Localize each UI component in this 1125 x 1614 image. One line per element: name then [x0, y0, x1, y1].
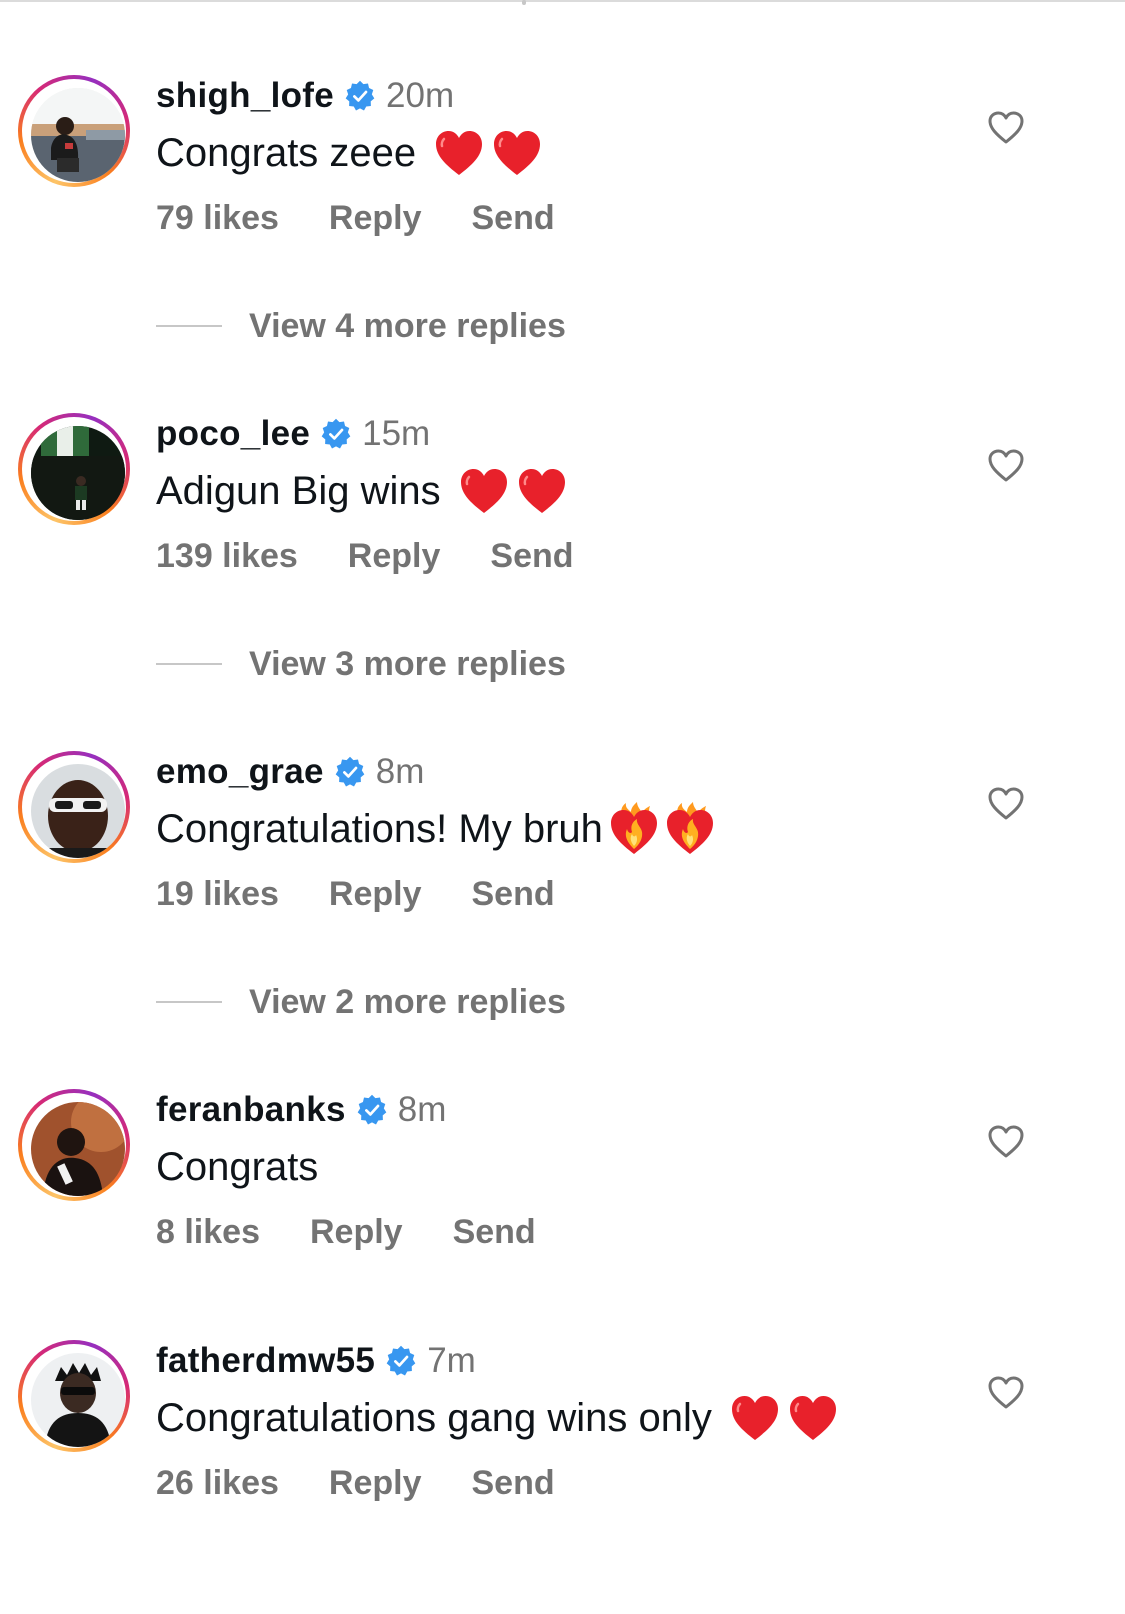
comment-text: Adigun Big wins	[156, 469, 441, 513]
likes-count[interactable]: 26 likes	[156, 1464, 279, 1503]
comment-text: Congrats zeee	[156, 131, 417, 175]
send-button[interactable]: Send	[471, 1464, 554, 1503]
reply-button[interactable]: Reply	[329, 199, 422, 238]
heart-outline-icon[interactable]	[986, 1122, 1026, 1162]
verified-badge-icon	[320, 418, 352, 450]
avatar-gap	[22, 1093, 126, 1197]
comment-actions: 19 likes Reply Send	[156, 872, 605, 916]
reply-button[interactable]: Reply	[329, 875, 422, 914]
red-heart-emoji	[492, 129, 542, 177]
comment-item: emo_grae 8m Congratulations! My bruh 19 …	[0, 676, 1125, 913]
comment-item: poco_lee 15m Adigun Big wins 139 likes R…	[0, 338, 1125, 575]
comment-actions: 26 likes Reply Send	[156, 1461, 605, 1505]
avatar[interactable]	[31, 1353, 125, 1447]
story-ring[interactable]	[18, 413, 130, 525]
likes-count[interactable]: 139 likes	[156, 537, 298, 576]
comment-body: Congratulations gang wins only	[156, 1393, 838, 1443]
heart-outline-icon[interactable]	[986, 108, 1026, 148]
username[interactable]: shigh_lofe	[156, 76, 334, 116]
replies-divider-line	[156, 1001, 222, 1003]
reply-button[interactable]: Reply	[310, 1213, 403, 1252]
comment-text: Congratulations! My bruh	[156, 807, 603, 851]
red-heart-emoji	[517, 467, 567, 515]
avatar[interactable]	[31, 764, 125, 858]
timestamp: 8m	[397, 1090, 447, 1129]
verified-badge-icon	[356, 1094, 388, 1126]
likes-count[interactable]: 19 likes	[156, 875, 279, 914]
comment-body: Adigun Big wins	[156, 466, 567, 516]
send-button[interactable]: Send	[471, 875, 554, 914]
red-heart-emoji	[788, 1394, 838, 1442]
likes-count[interactable]: 79 likes	[156, 199, 279, 238]
avatar[interactable]	[31, 1102, 125, 1196]
timestamp: 7m	[427, 1341, 476, 1380]
send-button[interactable]: Send	[490, 537, 573, 576]
reply-button[interactable]: Reply	[329, 1464, 422, 1503]
heart-outline-icon[interactable]	[986, 784, 1026, 824]
heart-outline-icon[interactable]	[986, 446, 1026, 486]
avatar[interactable]	[31, 426, 125, 520]
reply-button[interactable]: Reply	[348, 537, 441, 576]
comment-actions: 79 likes Reply Send	[156, 196, 605, 240]
username[interactable]: poco_lee	[156, 414, 310, 454]
send-button[interactable]: Send	[453, 1213, 536, 1252]
username[interactable]: emo_grae	[156, 752, 324, 792]
avatar-gap	[22, 1344, 126, 1448]
timestamp: 15m	[362, 414, 431, 453]
comment-text: Congratulations gang wins only	[156, 1396, 712, 1440]
avatar-gap	[22, 79, 126, 183]
timestamp: 20m	[386, 76, 455, 115]
avatar-gap	[22, 417, 126, 521]
comment-header: shigh_lofe 20m	[156, 74, 454, 118]
replies-divider-line	[156, 663, 222, 665]
verified-badge-icon	[385, 1345, 417, 1377]
verified-badge-icon	[344, 80, 376, 112]
comment-header: poco_lee 15m	[156, 412, 430, 456]
comment-body: Congratulations! My bruh	[156, 804, 715, 854]
red-heart-emoji	[459, 467, 509, 515]
comment-body: Congrats zeee	[156, 128, 542, 178]
send-button[interactable]: Send	[471, 199, 554, 238]
red-heart-emoji	[730, 1394, 780, 1442]
avatar-gap	[22, 755, 126, 859]
username[interactable]: fatherdmw55	[156, 1341, 375, 1381]
heart-on-fire-emoji	[665, 802, 715, 856]
story-ring[interactable]	[18, 1340, 130, 1452]
comment-text: Congrats	[156, 1145, 319, 1189]
username[interactable]: feranbanks	[156, 1090, 346, 1130]
comment-header: feranbanks 8m	[156, 1088, 446, 1132]
timestamp: 8m	[375, 752, 425, 791]
comment-body: Congrats	[156, 1142, 318, 1192]
comment-item: fatherdmw55 7m Congratulations gang wins…	[0, 1265, 1125, 1502]
comment-actions: 139 likes Reply Send	[156, 534, 624, 578]
story-ring[interactable]	[18, 75, 130, 187]
comment-item: shigh_lofe 20m Congrats zeee 79 likes Re…	[0, 0, 1125, 237]
heart-outline-icon[interactable]	[986, 1373, 1026, 1413]
red-heart-emoji	[434, 129, 484, 177]
likes-count[interactable]: 8 likes	[156, 1213, 260, 1252]
verified-badge-icon	[334, 756, 366, 788]
heart-on-fire-emoji	[609, 802, 659, 856]
avatar[interactable]	[31, 88, 125, 182]
comment-header: fatherdmw55 7m	[156, 1339, 476, 1383]
story-ring[interactable]	[18, 1089, 130, 1201]
replies-divider-line	[156, 325, 222, 327]
comment-item: feranbanks 8m Congrats 8 likes Reply Sen…	[0, 1014, 1125, 1251]
comment-actions: 8 likes Reply Send	[156, 1210, 586, 1254]
comment-header: emo_grae 8m	[156, 750, 424, 794]
story-ring[interactable]	[18, 751, 130, 863]
